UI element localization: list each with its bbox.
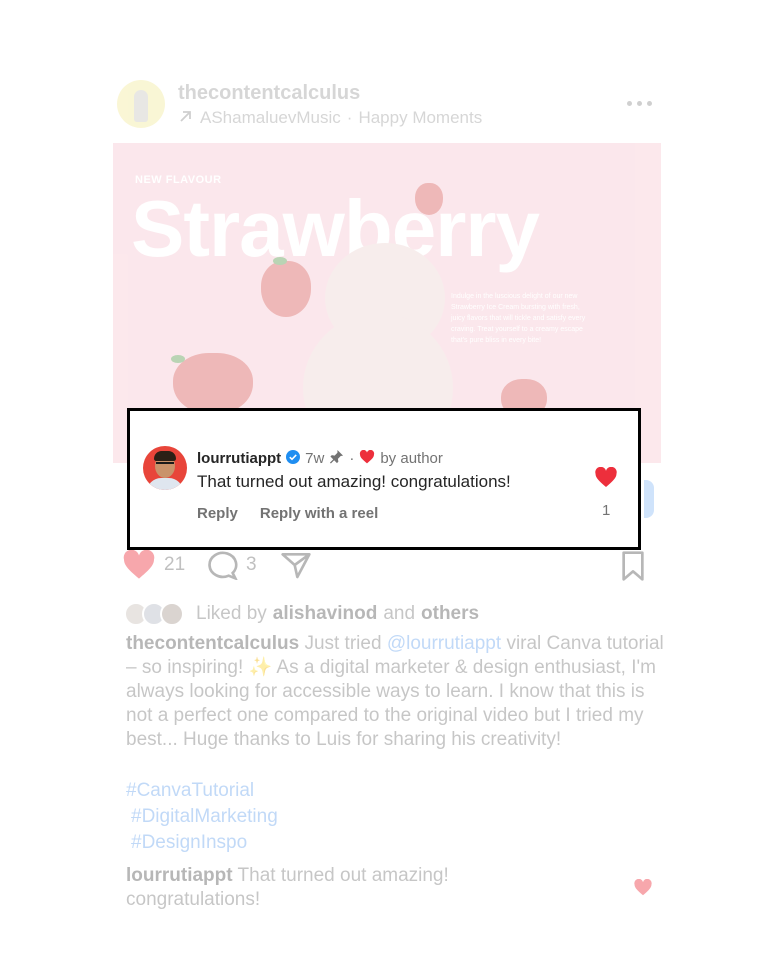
meta-separator: ·: [349, 450, 355, 467]
reel-arrow-icon: [178, 108, 194, 129]
liked-by-prefix: Liked by: [196, 603, 267, 624]
caption-text: Just tried: [304, 633, 382, 654]
more-icon[interactable]: [627, 96, 655, 110]
liked-by-row[interactable]: Liked by alishavinod and others: [124, 602, 479, 626]
hashtag-list: #CanvaTutorial #DigitalMarketing #Design…: [126, 778, 278, 856]
comment-text: That turned out amazing! congratulations…: [197, 472, 511, 491]
liked-by-user[interactable]: alishavinod: [273, 603, 378, 625]
post-author-avatar[interactable]: [117, 80, 165, 128]
pin-icon: [329, 449, 344, 468]
hashtag[interactable]: #DigitalMarketing: [126, 804, 278, 830]
liked-by-and: and: [383, 603, 416, 624]
post-username[interactable]: thecontentcalculus: [178, 82, 360, 105]
preview-comment-username[interactable]: lourrutiappt: [126, 865, 233, 886]
comment-like-heart-icon[interactable]: [594, 466, 618, 493]
caption-username[interactable]: thecontentcalculus: [126, 633, 299, 654]
reply-button[interactable]: Reply: [197, 505, 238, 522]
strawberry: [261, 261, 311, 317]
verified-icon: [286, 449, 301, 468]
comment-meta: lourrutiappt 7w · by author: [197, 449, 443, 468]
post-actions: 21 3: [122, 546, 652, 582]
liked-by-author-label: by author: [380, 450, 443, 467]
hashtag[interactable]: #DesignInspo: [126, 830, 278, 856]
comment-like-count: 1: [602, 502, 611, 519]
heart-icon[interactable]: [122, 549, 156, 585]
liked-by-others[interactable]: others: [421, 603, 479, 625]
hashtag[interactable]: #CanvaTutorial: [126, 778, 278, 804]
comment-reply-actions: Reply Reply with a reel: [197, 505, 378, 522]
strawberry: [415, 183, 443, 215]
share-icon[interactable]: [280, 550, 312, 585]
audio-separator: ·: [346, 108, 353, 127]
comment-username[interactable]: lourrutiappt: [197, 450, 281, 467]
heart-icon[interactable]: [633, 878, 653, 901]
liked-by-avatars: [124, 602, 190, 626]
comment-count: 3: [246, 554, 257, 575]
author-heart-icon: [359, 449, 375, 468]
strawberry-leaf: [171, 355, 185, 363]
audio-title: Happy Moments: [358, 108, 483, 127]
background-button-edge: [644, 480, 654, 518]
post-audio-link[interactable]: AShamaluevMusic · Happy Moments: [178, 108, 482, 129]
reply-with-reel-button[interactable]: Reply with a reel: [260, 505, 378, 522]
image-title: Strawberry: [131, 184, 540, 273]
comment-time: 7w: [305, 450, 325, 467]
post-caption: thecontentcalculus Just tried @lourrutia…: [126, 632, 666, 752]
comment-icon[interactable]: [206, 550, 239, 585]
image-description: Indulge in the luscious delight of our n…: [451, 293, 586, 344]
like-count[interactable]: 21: [164, 554, 185, 576]
commenter-avatar[interactable]: [143, 446, 187, 490]
audio-artist: AShamaluevMusic: [200, 108, 341, 127]
caption-mention[interactable]: @lourrutiappt: [387, 633, 501, 654]
highlighted-comment-card: lourrutiappt 7w · by author That turned …: [127, 408, 641, 550]
strawberry-leaf: [273, 257, 287, 265]
bookmark-icon[interactable]: [619, 550, 647, 587]
strawberry: [173, 353, 253, 415]
preview-comment: lourrutiappt That turned out amazing! co…: [126, 864, 526, 912]
